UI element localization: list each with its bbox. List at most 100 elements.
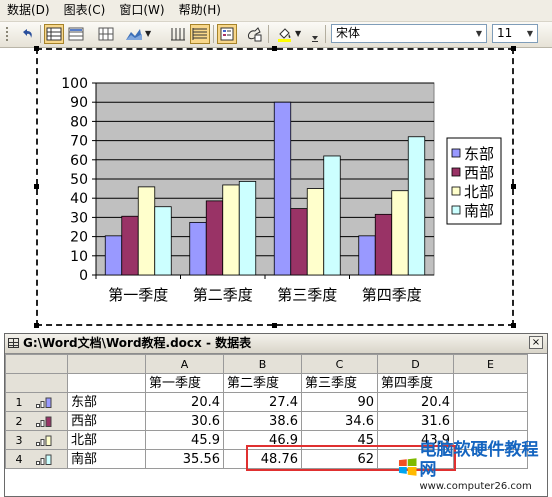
- chevron-down-icon[interactable]: ▼: [523, 25, 537, 42]
- resize-handle[interactable]: [511, 184, 516, 189]
- table-cell[interactable]: 第三季度: [301, 373, 378, 393]
- series-chart-icon: [36, 416, 52, 427]
- datasheet-view-icon[interactable]: [44, 24, 64, 44]
- resize-handle[interactable]: [272, 323, 277, 328]
- table-cell[interactable]: 31.6: [377, 411, 454, 431]
- table-cell[interactable]: 45.9: [145, 430, 224, 450]
- watermark-title: 电脑软硬件教程网: [419, 440, 539, 480]
- table-cell[interactable]: 30.6: [145, 411, 224, 431]
- y-tick-label: 20: [70, 230, 88, 246]
- table-cell[interactable]: [453, 373, 528, 393]
- chart-canvas[interactable]: 0 10 20 30 40 50 60 70 80 90 100 第一季度 第二季度 第三季度 第四季度 东部…: [38, 50, 512, 324]
- table-cell[interactable]: 20.4: [377, 392, 454, 412]
- menu-help[interactable]: 帮助(H): [172, 0, 228, 21]
- table-cell[interactable]: [67, 373, 146, 393]
- menu-chart[interactable]: 图表(C): [57, 0, 113, 21]
- legend-label: 东部: [464, 145, 494, 163]
- bar: [358, 235, 376, 276]
- resize-handle[interactable]: [34, 184, 39, 189]
- chart-area[interactable]: 0 10 20 30 40 50 60 70 80 90 100 第一季度 第二季度 第三季度 第四季度 东部…: [36, 48, 514, 326]
- table-cell[interactable]: 第二季度: [223, 373, 302, 393]
- bar: [222, 184, 240, 276]
- row-header[interactable]: 3: [5, 430, 68, 450]
- chevron-down-icon[interactable]: ▼: [472, 25, 486, 42]
- data-table-icon[interactable]: [244, 24, 264, 44]
- table-row: 第一季度 第二季度 第三季度 第四季度: [5, 373, 528, 393]
- datasheet-title: G:\Word文档\Word教程.docx - 数据表: [23, 336, 252, 350]
- column-header-d[interactable]: D: [377, 354, 454, 374]
- column-header-label[interactable]: [67, 354, 146, 374]
- toolbar-separator: [40, 25, 41, 43]
- table-cell[interactable]: 20.4: [145, 392, 224, 412]
- by-column-icon[interactable]: [96, 24, 116, 44]
- resize-handle[interactable]: [34, 46, 39, 51]
- column-header-e[interactable]: E: [453, 354, 528, 374]
- y-tick-label: 30: [70, 210, 88, 226]
- table-cell[interactable]: [453, 392, 528, 412]
- table-cell[interactable]: 38.6: [223, 411, 302, 431]
- bar: [407, 136, 426, 276]
- y-tick-label: 80: [70, 114, 88, 130]
- resize-handle[interactable]: [272, 46, 277, 51]
- series-label-cell[interactable]: 南部: [67, 449, 146, 469]
- row-header-blank[interactable]: [5, 373, 68, 393]
- row-number: 4: [15, 452, 23, 466]
- row-number: 1: [15, 395, 23, 409]
- chart-type-dropdown-icon[interactable]: ▼: [145, 24, 151, 44]
- legend-swatch: [451, 167, 461, 177]
- legend-label: 南部: [464, 202, 494, 220]
- y-tick-label: 100: [61, 76, 88, 92]
- column-header-c[interactable]: C: [301, 354, 378, 374]
- fill-color-icon[interactable]: [274, 24, 294, 44]
- menu-window[interactable]: 窗口(W): [112, 0, 171, 21]
- row-number: 2: [15, 414, 23, 428]
- font-size-value: 11: [497, 26, 513, 40]
- toolbar-separator: [325, 25, 326, 43]
- undo-icon[interactable]: [17, 24, 37, 44]
- table-cell[interactable]: 第四季度: [377, 373, 454, 393]
- toolbar-grip-icon[interactable]: [2, 24, 12, 44]
- series-chart-icon: [36, 397, 52, 408]
- bar: [290, 208, 308, 276]
- toolbar-separator: [213, 25, 214, 43]
- legend-swatch: [451, 148, 461, 158]
- select-all-corner[interactable]: [5, 354, 68, 374]
- datasheet-titlebar[interactable]: G:\Word文档\Word教程.docx - 数据表 ×: [5, 334, 547, 354]
- y-tick-label: 10: [70, 249, 88, 265]
- by-row-icon[interactable]: [66, 24, 86, 44]
- chart-type-icon[interactable]: [124, 24, 144, 44]
- font-name-combo[interactable]: 宋体 ▼: [331, 24, 487, 43]
- table-cell[interactable]: 35.56: [145, 449, 224, 469]
- x-tick-label: 第一季度: [108, 286, 168, 304]
- table-cell[interactable]: 27.4: [223, 392, 302, 412]
- category-axis-gridlines-icon[interactable]: [168, 24, 188, 44]
- table-cell[interactable]: 第一季度: [145, 373, 224, 393]
- column-header-b[interactable]: B: [223, 354, 302, 374]
- column-header-a[interactable]: A: [145, 354, 224, 374]
- series-label-cell[interactable]: 东部: [67, 392, 146, 412]
- resize-handle[interactable]: [34, 323, 39, 328]
- font-size-combo[interactable]: 11 ▼: [492, 24, 538, 43]
- toolbar-options-icon[interactable]: [309, 24, 321, 44]
- menu-data[interactable]: 数据(D): [0, 0, 57, 21]
- series-label-cell[interactable]: 北部: [67, 430, 146, 450]
- watermark: 电脑软硬件教程网 www.computer26.com: [398, 440, 552, 492]
- resize-handle[interactable]: [511, 323, 516, 328]
- legend-icon[interactable]: [217, 24, 237, 44]
- resize-handle[interactable]: [511, 46, 516, 51]
- fill-color-dropdown-icon[interactable]: ▼: [295, 24, 301, 44]
- table-cell[interactable]: [453, 411, 528, 431]
- row-header[interactable]: 2: [5, 411, 68, 431]
- series-label-cell[interactable]: 西部: [67, 411, 146, 431]
- close-button[interactable]: ×: [529, 336, 543, 349]
- y-tick-label: 60: [70, 153, 88, 169]
- value-axis-gridlines-icon[interactable]: [190, 24, 210, 44]
- legend-swatch: [451, 205, 461, 215]
- table-cell[interactable]: 34.6: [301, 411, 378, 431]
- font-name-value: 宋体: [336, 26, 361, 40]
- table-cell[interactable]: 90: [301, 392, 378, 412]
- column-header-row: A B C D E: [5, 354, 528, 374]
- row-header[interactable]: 4: [5, 449, 68, 469]
- row-header[interactable]: 1: [5, 392, 68, 412]
- bar: [374, 213, 393, 276]
